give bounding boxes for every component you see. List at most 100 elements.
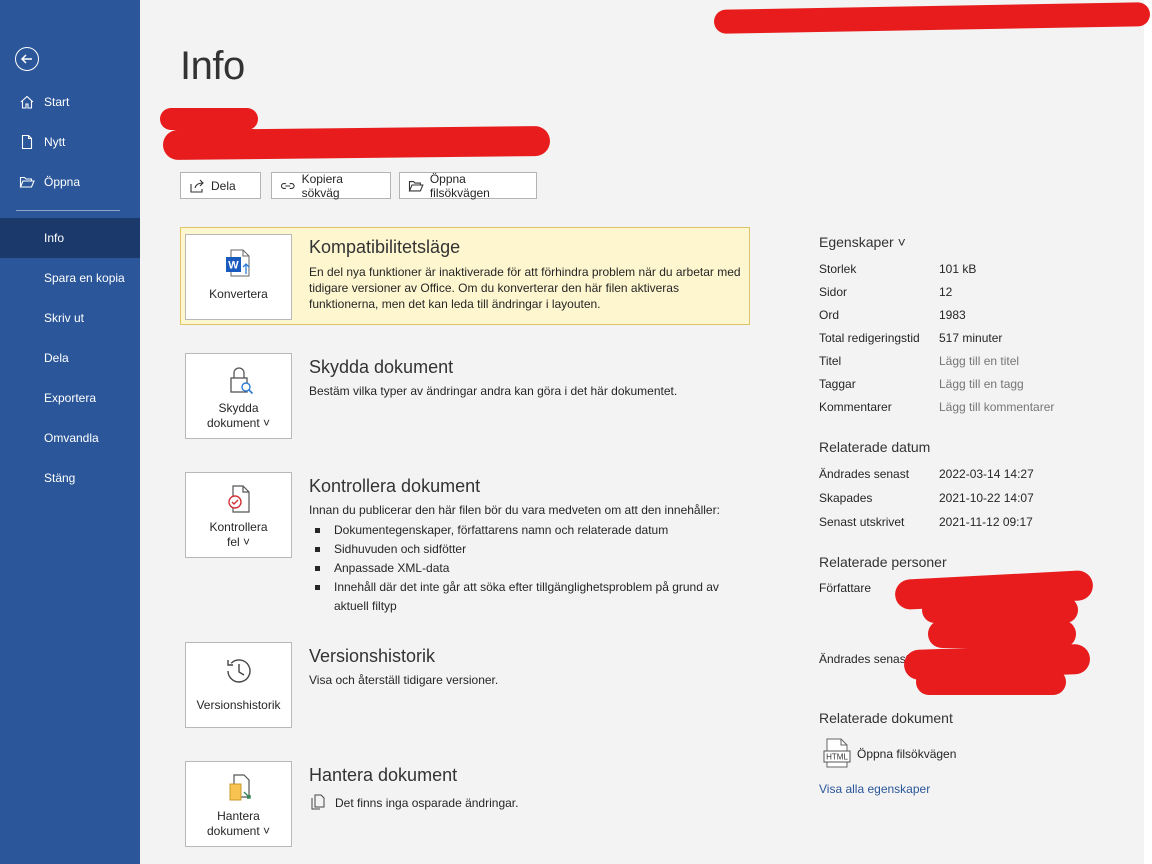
title-field[interactable]: Lägg till en titel — [939, 354, 1019, 368]
show-all-properties-link[interactable]: Visa alla egenskaper — [819, 782, 930, 796]
date-key: Ändrades senast — [819, 467, 910, 481]
related-dates-heading: Relaterade datum — [819, 439, 931, 455]
svg-text:HTML: HTML — [826, 753, 848, 762]
protect-document-button[interactable]: Skydda dokument ˅ — [185, 353, 292, 439]
lock-search-icon — [222, 364, 256, 399]
date-row: Senast utskrivet 2021-11-12 09:17 — [819, 515, 1119, 531]
list-item: Sidhuvuden och sidfötter — [312, 540, 732, 559]
back-button[interactable] — [15, 47, 39, 71]
inspect-description: Innan du publicerar den här filen bör du… — [309, 503, 720, 517]
property-value: 517 minuter — [939, 331, 1003, 345]
last-modified-by-label: Ändrades senast — [819, 652, 910, 666]
related-documents-heading: Relaterade dokument — [819, 710, 953, 726]
sidebar-item-new[interactable]: Nytt — [0, 122, 140, 162]
property-value: 1983 — [939, 308, 966, 322]
manage-label-line2: dokument ˅ — [206, 824, 271, 838]
sidebar-item-label: Stäng — [44, 471, 76, 485]
version-history-button[interactable]: Versionshistorik — [185, 642, 292, 728]
document-check-icon — [222, 483, 256, 518]
inspect-title: Kontrollera dokument — [309, 476, 481, 496]
new-document-icon — [18, 133, 36, 151]
version-history-label: Versionshistorik — [196, 698, 281, 712]
date-row: Skapades 2021-10-22 14:07 — [819, 491, 1119, 507]
property-row: Total redigeringstid 517 minuter — [819, 331, 1119, 347]
manage-label-line1: Hantera — [217, 809, 260, 823]
properties-dropdown[interactable]: Egenskaper ˅ — [819, 234, 906, 250]
property-row: Sidor 12 — [819, 285, 1119, 301]
open-file-location-link[interactable]: HTML Öppna filsökvägen — [819, 738, 979, 768]
sidebar-item-label: Öppna — [44, 175, 81, 189]
unsaved-changes-icon — [311, 794, 325, 815]
sidebar-item-save-copy[interactable]: Spara en kopia — [0, 258, 140, 298]
list-item: Anpassade XML-data — [312, 559, 732, 578]
sidebar-item-label: Dela — [44, 351, 69, 365]
sidebar-item-share[interactable]: Dela — [0, 338, 140, 378]
home-icon — [18, 93, 36, 111]
date-value: 2022-03-14 14:27 — [939, 467, 1034, 481]
page-title: Info — [180, 44, 245, 88]
protect-description: Bestäm vilka typer av ändringar andra ka… — [309, 384, 678, 398]
version-history-description: Visa och återställ tidigare versioner. — [309, 673, 499, 687]
share-label: Dela — [211, 178, 236, 193]
sidebar-item-transform[interactable]: Omvandla — [0, 418, 140, 458]
sidebar-item-label: Spara en kopia — [44, 271, 125, 285]
tags-field[interactable]: Lägg till en tagg — [939, 377, 1024, 391]
convert-button[interactable]: W Konvertera — [185, 234, 292, 320]
sidebar-item-start[interactable]: Start — [0, 82, 140, 122]
open-file-location-label: Öppna filsökvägen — [429, 171, 490, 200]
backstage-sidebar: Start Nytt Öppna Info Spara en kopia Skr… — [0, 0, 140, 864]
redaction-mark — [160, 108, 258, 130]
share-button[interactable]: Dela — [180, 172, 261, 199]
property-row: Storlek 101 kB — [819, 262, 1119, 278]
list-item: Dokumentegenskaper, författarens namn oc… — [312, 521, 732, 540]
sidebar-item-close[interactable]: Stäng — [0, 458, 140, 498]
property-row: Ord 1983 — [819, 308, 1119, 324]
comments-field[interactable]: Lägg till kommentarer — [939, 400, 1054, 414]
property-value: 12 — [939, 285, 953, 299]
svg-text:W: W — [228, 260, 239, 272]
folder-open-icon — [408, 180, 424, 191]
compatibility-title: Kompatibilitetsläge — [309, 237, 461, 257]
manage-document-icon — [222, 772, 256, 807]
property-key: Ord — [819, 308, 840, 322]
property-key: Titel — [819, 354, 842, 368]
inspect-label-line2: fel ˅ — [226, 535, 250, 549]
date-value: 2021-10-22 14:07 — [939, 491, 1034, 505]
sidebar-item-print[interactable]: Skriv ut — [0, 298, 140, 338]
property-value: 101 kB — [939, 262, 977, 276]
open-file-location-link-label: Öppna filsökvägen — [857, 747, 957, 761]
manage-description: Det finns inga osparade ändringar. — [335, 796, 519, 810]
manage-document-button[interactable]: Hantera dokument ˅ — [185, 761, 292, 847]
history-clock-icon — [222, 655, 256, 690]
date-key: Senast utskrivet — [819, 515, 905, 529]
copy-path-button[interactable]: Kopiera sökväg — [271, 171, 391, 200]
protect-label-line1: Skydda — [218, 401, 259, 415]
folder-open-icon — [18, 173, 36, 191]
date-key: Skapades — [819, 491, 873, 505]
manage-title: Hantera dokument — [309, 765, 458, 785]
copy-path-label: Kopiera sökväg — [301, 171, 343, 200]
open-file-location-button[interactable]: Öppna filsökvägen — [399, 171, 537, 200]
sidebar-item-label: Info — [44, 231, 65, 245]
list-item: Innehåll där det inte går att söka efter… — [312, 578, 732, 616]
property-key: Storlek — [819, 262, 857, 276]
sidebar-item-info[interactable]: Info — [0, 218, 140, 258]
sidebar-item-label: Nytt — [44, 135, 66, 149]
version-history-title: Versionshistorik — [309, 646, 436, 666]
sidebar-divider — [16, 210, 120, 211]
inspect-bullet-list: Dokumentegenskaper, författarens namn oc… — [312, 521, 732, 616]
link-icon — [280, 182, 295, 189]
property-row: Kommentarer Lägg till kommentarer — [819, 400, 1119, 416]
sidebar-item-label: Start — [44, 95, 70, 109]
html-file-icon: HTML — [823, 738, 851, 768]
property-key: Taggar — [819, 377, 856, 391]
redaction-mark — [162, 125, 551, 161]
compatibility-description: En del nya funktioner är inaktiverade fö… — [309, 265, 741, 311]
check-for-issues-button[interactable]: Kontrollera fel ˅ — [185, 472, 292, 558]
redaction-mark — [916, 669, 1066, 695]
sidebar-item-export[interactable]: Exportera — [0, 378, 140, 418]
inspect-label-line1: Kontrollera — [209, 520, 268, 534]
redaction-mark — [928, 620, 1076, 648]
sidebar-item-open[interactable]: Öppna — [0, 162, 140, 202]
word-convert-icon: W — [222, 246, 256, 283]
